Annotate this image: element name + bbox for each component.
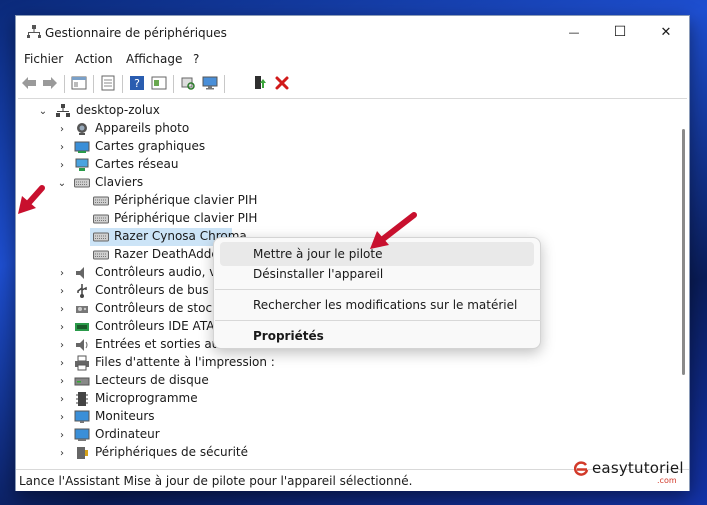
watermark-sub: .com bbox=[657, 476, 677, 485]
easytutoriel-watermark: easytutoriel .com bbox=[574, 459, 684, 485]
red-arrow-icon bbox=[18, 185, 45, 214]
easytutoriel-logo-icon bbox=[574, 461, 589, 476]
watermark-text: easytutoriel bbox=[592, 459, 684, 477]
red-arrow-icon bbox=[370, 212, 417, 249]
annotation-overlay bbox=[18, 185, 417, 249]
